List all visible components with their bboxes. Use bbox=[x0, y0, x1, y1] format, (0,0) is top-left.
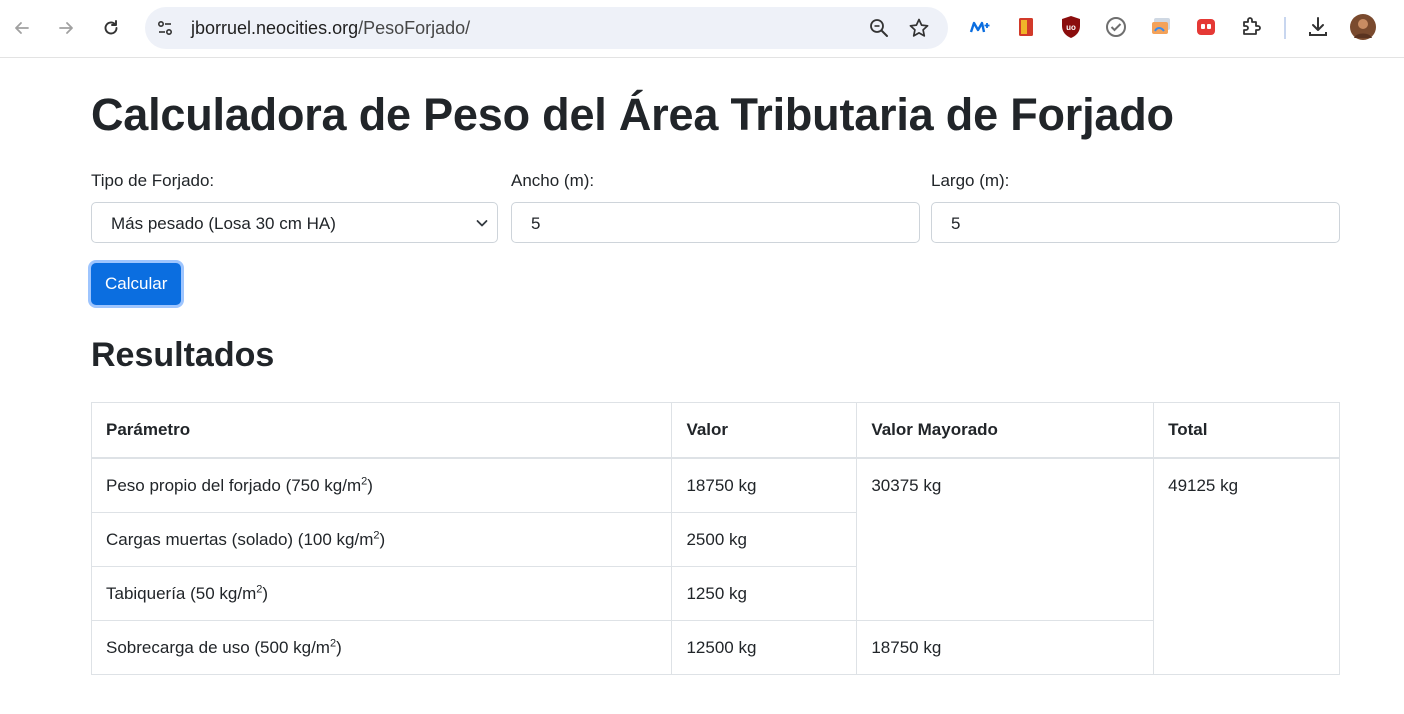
book-extension-icon[interactable] bbox=[1013, 14, 1039, 40]
largo-label: Largo (m): bbox=[931, 171, 1010, 190]
url-host: jborruel.neocities.org bbox=[191, 18, 359, 38]
header-valor: Valor bbox=[671, 402, 858, 459]
calcular-button[interactable]: Calcular bbox=[91, 263, 182, 305]
valor-cell: 18750 kg bbox=[671, 457, 858, 513]
url-path: /PesoForjado/ bbox=[358, 18, 471, 38]
bookmark-star-icon[interactable] bbox=[907, 16, 931, 40]
header-total: Total bbox=[1153, 402, 1340, 459]
param-cell: Tabiquería (50 kg/m2) bbox=[90, 565, 673, 621]
largo-input[interactable]: 5 bbox=[931, 202, 1340, 243]
valor-cell: 12500 kg bbox=[671, 619, 858, 675]
download-icon[interactable] bbox=[1305, 14, 1331, 40]
ancho-label: Ancho (m): bbox=[511, 171, 595, 190]
ancho-input[interactable]: 5 bbox=[511, 202, 920, 243]
zoom-icon[interactable] bbox=[867, 16, 891, 40]
chevron-down-icon bbox=[476, 220, 488, 227]
arrow-right-icon bbox=[59, 22, 73, 34]
param-cell: Sobrecarga de uso (500 kg/m2) bbox=[90, 619, 673, 675]
mayorado-cell: 18750 kg bbox=[856, 619, 1155, 675]
forward-button[interactable] bbox=[48, 10, 84, 46]
param-cell: Cargas muertas (solado) (100 kg/m2) bbox=[90, 511, 673, 567]
arrow-left-icon bbox=[15, 22, 29, 34]
largo-field: Largo (m): 5 bbox=[931, 170, 1340, 243]
site-info-icon[interactable] bbox=[153, 16, 177, 40]
header-parametro: Parámetro bbox=[90, 402, 673, 459]
ublock-shield-icon[interactable]: uo bbox=[1058, 14, 1084, 40]
svg-text:uo: uo bbox=[1066, 23, 1076, 32]
toolbar-separator bbox=[1284, 17, 1286, 39]
ancho-field: Ancho (m): 5 bbox=[511, 170, 920, 243]
url-text[interactable]: jborruel.neocities.org/PesoForjado/ bbox=[191, 18, 470, 39]
table-header-row: Parámetro Valor Valor Mayorado Total bbox=[90, 402, 1340, 459]
results-heading: Resultados bbox=[91, 336, 275, 374]
tipo-forjado-selected-value: Más pesado (Losa 30 cm HA) bbox=[111, 214, 336, 233]
header-valor-mayorado: Valor Mayorado bbox=[856, 402, 1155, 459]
param-cell: Peso propio del forjado (750 kg/m2) bbox=[90, 457, 673, 513]
mayorado-cell: 30375 kg bbox=[856, 457, 1155, 621]
cards-extension-icon[interactable] bbox=[1148, 14, 1174, 40]
browser-toolbar: jborruel.neocities.org/PesoForjado/ uo bbox=[0, 0, 1404, 58]
tipo-forjado-label: Tipo de Forjado: bbox=[91, 171, 215, 190]
back-button[interactable] bbox=[4, 10, 40, 46]
puzzle-extensions-icon[interactable] bbox=[1238, 14, 1264, 40]
reload-icon bbox=[104, 20, 118, 35]
page-title: Calculadora de Peso del Área Tributaria … bbox=[91, 89, 1174, 140]
reload-button[interactable] bbox=[93, 10, 129, 46]
tipo-forjado-select[interactable]: Más pesado (Losa 30 cm HA) bbox=[91, 202, 498, 243]
valor-cell: 1250 kg bbox=[671, 565, 858, 621]
checkmark-circle-icon[interactable] bbox=[1103, 14, 1129, 40]
address-bar[interactable]: jborruel.neocities.org/PesoForjado/ bbox=[145, 7, 948, 49]
tipo-forjado-field: Tipo de Forjado: Más pesado (Losa 30 cm … bbox=[91, 170, 500, 243]
table-row: Peso propio del forjado (750 kg/m2) 1875… bbox=[90, 457, 1340, 675]
table-row: Sobrecarga de uso (500 kg/m2) 12500 kg 1… bbox=[90, 619, 1340, 675]
movistar-extension-icon[interactable] bbox=[968, 14, 994, 40]
results-table: Parámetro Valor Valor Mayorado Total Pes… bbox=[90, 402, 1340, 675]
valor-cell: 2500 kg bbox=[671, 511, 858, 567]
profile-avatar[interactable] bbox=[1350, 14, 1376, 40]
red-extension-icon[interactable] bbox=[1193, 14, 1219, 40]
total-cell: 49125 kg bbox=[1153, 457, 1340, 675]
